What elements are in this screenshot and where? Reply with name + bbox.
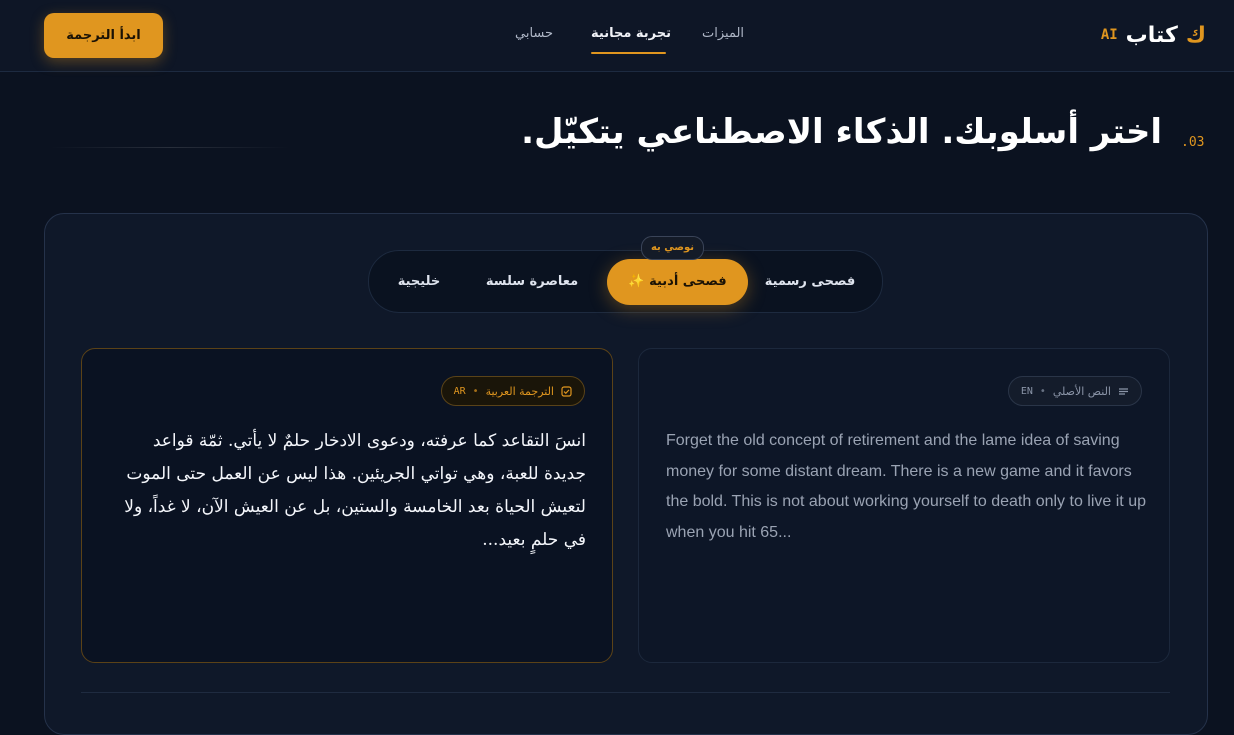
logo-text: كتاب: [1125, 22, 1178, 48]
edit-check-icon: [561, 385, 572, 397]
nav-link-free-trial[interactable]: تجربة مجانية: [591, 26, 671, 41]
translation-text: انسَ التقاعد كما عرفته، ودعوى الادخار حل…: [124, 431, 586, 550]
translation-lang-code: AR: [453, 385, 466, 397]
logo-ai-label: AI: [1100, 27, 1118, 43]
lines-icon: [1118, 386, 1129, 397]
tab-gulf[interactable]: خليجية: [387, 251, 451, 312]
heading-divider: [50, 147, 290, 148]
tab-modern-smooth[interactable]: معاصرة سلسة: [471, 251, 593, 312]
nav-link-account[interactable]: حسابي: [515, 26, 553, 41]
logo[interactable]: AI كتاب ك: [1101, 18, 1206, 52]
style-tabs: خليجية معاصرة سلسة فصحى أدبية ✨ فصحى رسم…: [368, 250, 883, 313]
original-label-pill: النص الأصلي • EN: [1007, 376, 1142, 406]
nav-links: حسابي تجربة مجانية الميزات: [0, 0, 1234, 71]
translation-label-pill: الترجمة العربية • AR: [440, 376, 585, 406]
tab-literary-fusha[interactable]: فصحى أدبية ✨: [607, 259, 748, 305]
translation-label: الترجمة العربية: [485, 384, 554, 398]
top-navbar: ابدأ الترجمة حسابي تجربة مجانية الميزات …: [0, 0, 1234, 72]
tab-formal-fusha[interactable]: فصحى رسمية: [755, 251, 865, 312]
original-label: النص الأصلي: [1052, 384, 1111, 398]
logo-mark: ك: [1185, 22, 1206, 48]
original-text: Forget the old concept of retirement and…: [666, 432, 1146, 541]
recommended-badge: نوصي به: [641, 236, 704, 260]
page-title: اختر أسلوبك. الذكاء الاصطناعي يتكيّل.: [521, 112, 1162, 152]
section-number: .03: [1181, 135, 1205, 150]
panel-divider: [81, 692, 1170, 693]
original-lang-code: EN: [1020, 385, 1033, 397]
nav-link-features[interactable]: الميزات: [702, 26, 744, 41]
active-nav-underline: [591, 52, 666, 54]
